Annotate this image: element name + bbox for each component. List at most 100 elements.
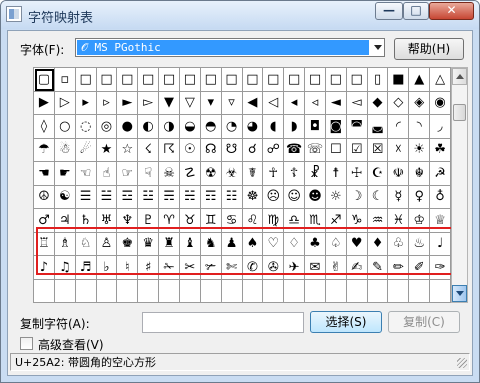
char-cell[interactable]: ◐ <box>138 115 160 139</box>
char-cell[interactable] <box>346 279 368 303</box>
char-cell[interactable]: ☼ <box>325 185 347 209</box>
char-cell[interactable]: ☰ <box>75 185 97 209</box>
char-cell[interactable]: ☘ <box>430 138 451 162</box>
char-cell[interactable] <box>388 279 410 303</box>
char-cell[interactable]: □ <box>179 68 201 92</box>
char-cell[interactable] <box>430 279 451 303</box>
char-cell[interactable]: ☒ <box>367 138 389 162</box>
close-button[interactable]: ✕ <box>429 2 474 20</box>
char-cell[interactable]: ☀ <box>409 138 431 162</box>
char-cell[interactable]: ☞ <box>117 162 139 186</box>
char-cell[interactable]: ◆ <box>367 91 389 115</box>
char-cell[interactable]: ☄ <box>75 138 97 162</box>
char-cell[interactable]: □ <box>117 68 139 92</box>
char-cell[interactable]: ◉ <box>430 91 451 115</box>
char-cell[interactable]: ◌ <box>75 115 97 139</box>
char-cell[interactable]: ☧ <box>305 162 326 186</box>
char-cell[interactable]: ☐ <box>325 138 347 162</box>
char-cell[interactable]: □ <box>242 68 264 92</box>
char-cell[interactable]: ◙ <box>325 115 347 139</box>
char-cell[interactable]: ■ <box>388 68 410 92</box>
char-cell[interactable]: ☭ <box>430 162 451 186</box>
char-cell[interactable] <box>159 279 180 303</box>
char-cell[interactable]: □ <box>284 68 306 92</box>
char-cell[interactable]: ☸ <box>242 185 264 209</box>
char-cell[interactable]: ◀ <box>242 91 264 115</box>
char-cell[interactable]: ◄ <box>325 91 347 115</box>
char-cell[interactable]: ☋ <box>221 138 243 162</box>
chevron-down-icon[interactable] <box>374 45 382 50</box>
char-cell[interactable]: ☺ <box>284 185 306 209</box>
char-cell[interactable]: ◚ <box>346 115 368 139</box>
char-cell[interactable]: □ <box>200 68 222 92</box>
char-cell[interactable] <box>138 279 160 303</box>
char-cell[interactable]: ☩ <box>346 162 368 186</box>
scroll-down-icon[interactable] <box>452 285 467 302</box>
char-cell[interactable] <box>34 279 55 303</box>
char-cell[interactable]: □ <box>138 68 160 92</box>
select-button[interactable]: 选择(S) <box>310 311 382 333</box>
char-cell[interactable] <box>409 279 431 303</box>
char-cell[interactable] <box>263 279 285 303</box>
char-cell[interactable]: ◖ <box>263 115 285 139</box>
char-cell[interactable]: ◕ <box>242 115 264 139</box>
char-cell[interactable]: □ <box>325 68 347 92</box>
char-cell[interactable]: ☷ <box>221 185 243 209</box>
char-cell[interactable]: ◒ <box>179 115 201 139</box>
char-cell[interactable] <box>96 279 118 303</box>
char-cell[interactable]: ☥ <box>263 162 285 186</box>
char-cell[interactable]: ☤ <box>242 162 264 186</box>
char-cell[interactable]: ☜ <box>75 162 97 186</box>
char-cell[interactable]: ▼ <box>159 91 180 115</box>
char-cell[interactable]: ☻ <box>305 185 326 209</box>
char-cell[interactable]: ◂ <box>284 91 306 115</box>
char-cell[interactable]: ☲ <box>117 185 139 209</box>
char-cell[interactable]: ◝ <box>409 115 431 139</box>
char-cell[interactable]: ☹ <box>263 185 285 209</box>
char-cell[interactable]: □ <box>75 68 97 92</box>
char-cell[interactable]: □ <box>159 68 180 92</box>
char-cell[interactable]: ◁ <box>263 91 285 115</box>
char-cell[interactable]: ☫ <box>388 162 410 186</box>
grid-scrollbar[interactable] <box>451 67 468 303</box>
char-cell[interactable]: ☠ <box>159 162 180 186</box>
char-cell[interactable]: ◇ <box>388 91 410 115</box>
char-cell[interactable]: ▹ <box>96 91 118 115</box>
char-cell[interactable] <box>75 279 97 303</box>
char-cell[interactable]: ♀ <box>409 185 431 209</box>
copy-characters-input[interactable] <box>142 312 304 333</box>
char-cell[interactable]: ◗ <box>284 115 306 139</box>
char-cell[interactable]: ☶ <box>200 185 222 209</box>
char-cell[interactable]: ☬ <box>409 162 431 186</box>
char-cell[interactable] <box>325 279 347 303</box>
char-cell[interactable]: ▸ <box>75 91 97 115</box>
char-cell[interactable]: ☟ <box>138 162 160 186</box>
char-cell[interactable]: ► <box>117 91 139 115</box>
char-cell[interactable]: ☴ <box>159 185 180 209</box>
char-cell[interactable]: ☑ <box>346 138 368 162</box>
char-cell[interactable]: ☾ <box>367 185 389 209</box>
char-cell[interactable] <box>284 279 306 303</box>
char-cell[interactable]: ● <box>117 115 139 139</box>
char-cell[interactable]: ◘ <box>305 115 326 139</box>
char-cell[interactable]: □ <box>221 68 243 92</box>
minimize-button[interactable]: — <box>375 2 403 20</box>
char-cell[interactable]: ☉ <box>179 138 201 162</box>
char-cell[interactable]: ☝ <box>96 162 118 186</box>
resize-grip-icon[interactable] <box>457 358 467 368</box>
char-cell[interactable]: ☇ <box>138 138 160 162</box>
char-cell[interactable]: ▲ <box>409 68 431 92</box>
char-cell[interactable]: ☽ <box>346 185 368 209</box>
char-cell[interactable] <box>179 279 201 303</box>
char-cell[interactable]: ☓ <box>388 138 410 162</box>
char-cell[interactable]: ▿ <box>221 91 243 115</box>
char-cell[interactable] <box>305 279 326 303</box>
char-cell[interactable] <box>54 279 76 303</box>
char-cell[interactable]: ◃ <box>305 91 326 115</box>
char-cell[interactable]: ▯ <box>367 68 389 92</box>
char-cell[interactable]: □ <box>346 68 368 92</box>
char-cell[interactable]: ☨ <box>325 162 347 186</box>
char-cell[interactable]: ☃ <box>54 138 76 162</box>
char-cell[interactable]: ☍ <box>263 138 285 162</box>
help-button[interactable]: 帮助(H) <box>394 38 464 60</box>
